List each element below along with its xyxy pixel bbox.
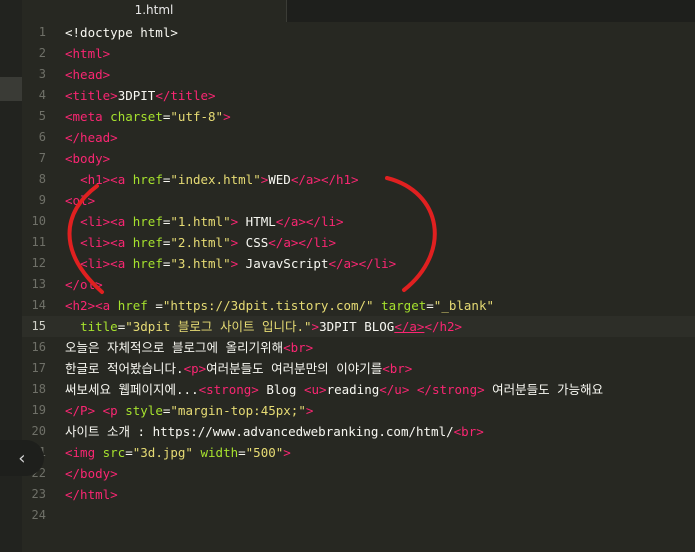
code-editor[interactable]: 1 <!doctype html> 2 <html> 3 <head> 4 <title… <box>22 22 695 552</box>
tab-bar: 1.html <box>22 0 695 22</box>
sidebar-marker <box>0 77 22 101</box>
red-bracket-annotation <box>67 176 437 294</box>
tab-1-html[interactable]: 1.html <box>22 0 287 22</box>
left-bracket-stroke <box>67 184 104 294</box>
chevron-left-icon[interactable]: ‹ <box>0 440 44 476</box>
right-bracket-stroke <box>385 176 437 292</box>
